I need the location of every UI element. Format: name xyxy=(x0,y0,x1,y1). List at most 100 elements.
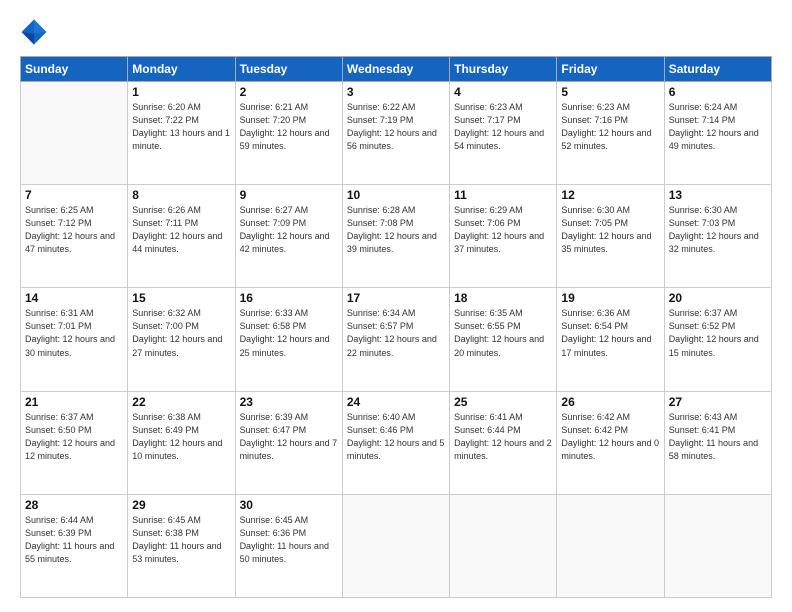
calendar-cell xyxy=(21,82,128,185)
day-number: 22 xyxy=(132,395,230,409)
calendar-cell: 3 Sunrise: 6:22 AM Sunset: 7:19 PM Daylig… xyxy=(342,82,449,185)
day-number: 30 xyxy=(240,498,338,512)
calendar-cell: 12 Sunrise: 6:30 AM Sunset: 7:05 PM Dayli… xyxy=(557,185,664,288)
calendar-cell: 13 Sunrise: 6:30 AM Sunset: 7:03 PM Dayli… xyxy=(664,185,771,288)
weekday-header-wednesday: Wednesday xyxy=(342,57,449,82)
calendar-table: SundayMondayTuesdayWednesdayThursdayFrid… xyxy=(20,56,772,598)
day-info: Sunrise: 6:21 AM Sunset: 7:20 PM Dayligh… xyxy=(240,101,338,153)
day-number: 3 xyxy=(347,85,445,99)
day-number: 29 xyxy=(132,498,230,512)
calendar-cell: 19 Sunrise: 6:36 AM Sunset: 6:54 PM Dayli… xyxy=(557,288,664,391)
day-info: Sunrise: 6:34 AM Sunset: 6:57 PM Dayligh… xyxy=(347,307,445,359)
day-number: 21 xyxy=(25,395,123,409)
day-number: 6 xyxy=(669,85,767,99)
calendar-cell: 8 Sunrise: 6:26 AM Sunset: 7:11 PM Daylig… xyxy=(128,185,235,288)
calendar-cell: 9 Sunrise: 6:27 AM Sunset: 7:09 PM Daylig… xyxy=(235,185,342,288)
calendar-cell: 25 Sunrise: 6:41 AM Sunset: 6:44 PM Dayli… xyxy=(450,391,557,494)
calendar-cell: 24 Sunrise: 6:40 AM Sunset: 6:46 PM Dayli… xyxy=(342,391,449,494)
calendar-cell xyxy=(557,494,664,597)
day-info: Sunrise: 6:44 AM Sunset: 6:39 PM Dayligh… xyxy=(25,514,123,566)
day-number: 18 xyxy=(454,291,552,305)
calendar-cell: 2 Sunrise: 6:21 AM Sunset: 7:20 PM Daylig… xyxy=(235,82,342,185)
weekday-header-thursday: Thursday xyxy=(450,57,557,82)
day-number: 2 xyxy=(240,85,338,99)
day-info: Sunrise: 6:33 AM Sunset: 6:58 PM Dayligh… xyxy=(240,307,338,359)
logo xyxy=(20,18,52,46)
calendar-cell: 26 Sunrise: 6:42 AM Sunset: 6:42 PM Dayli… xyxy=(557,391,664,494)
day-info: Sunrise: 6:45 AM Sunset: 6:38 PM Dayligh… xyxy=(132,514,230,566)
day-number: 8 xyxy=(132,188,230,202)
day-number: 12 xyxy=(561,188,659,202)
day-number: 5 xyxy=(561,85,659,99)
weekday-header-sunday: Sunday xyxy=(21,57,128,82)
day-number: 13 xyxy=(669,188,767,202)
day-info: Sunrise: 6:23 AM Sunset: 7:17 PM Dayligh… xyxy=(454,101,552,153)
day-info: Sunrise: 6:22 AM Sunset: 7:19 PM Dayligh… xyxy=(347,101,445,153)
week-row-4: 21 Sunrise: 6:37 AM Sunset: 6:50 PM Dayli… xyxy=(21,391,772,494)
day-number: 17 xyxy=(347,291,445,305)
day-info: Sunrise: 6:28 AM Sunset: 7:08 PM Dayligh… xyxy=(347,204,445,256)
calendar-cell: 20Sunrise: 6:37 AM Sunset: 6:52 PM Dayli… xyxy=(664,288,771,391)
logo-icon xyxy=(20,18,48,46)
weekday-header-row: SundayMondayTuesdayWednesdayThursdayFrid… xyxy=(21,57,772,82)
weekday-header-friday: Friday xyxy=(557,57,664,82)
day-info: Sunrise: 6:25 AM Sunset: 7:12 PM Dayligh… xyxy=(25,204,123,256)
day-info: Sunrise: 6:23 AM Sunset: 7:16 PM Dayligh… xyxy=(561,101,659,153)
calendar-cell: 7 Sunrise: 6:25 AM Sunset: 7:12 PM Daylig… xyxy=(21,185,128,288)
calendar-cell: 27 Sunrise: 6:43 AM Sunset: 6:41 PM Dayli… xyxy=(664,391,771,494)
day-info: Sunrise: 6:30 AM Sunset: 7:03 PM Dayligh… xyxy=(669,204,767,256)
weekday-header-monday: Monday xyxy=(128,57,235,82)
day-info: Sunrise: 6:32 AM Sunset: 7:00 PM Dayligh… xyxy=(132,307,230,359)
day-number: 4 xyxy=(454,85,552,99)
week-row-1: 1Sunrise: 6:20 AM Sunset: 7:22 PM Daylig… xyxy=(21,82,772,185)
day-info: Sunrise: 6:41 AM Sunset: 6:44 PM Dayligh… xyxy=(454,411,552,463)
day-info: Sunrise: 6:26 AM Sunset: 7:11 PM Dayligh… xyxy=(132,204,230,256)
day-info: Sunrise: 6:35 AM Sunset: 6:55 PM Dayligh… xyxy=(454,307,552,359)
calendar-cell: 1Sunrise: 6:20 AM Sunset: 7:22 PM Daylig… xyxy=(128,82,235,185)
day-number: 27 xyxy=(669,395,767,409)
calendar-cell: 22 Sunrise: 6:38 AM Sunset: 6:49 PM Dayli… xyxy=(128,391,235,494)
day-number: 9 xyxy=(240,188,338,202)
day-info: Sunrise: 6:39 AM Sunset: 6:47 PM Dayligh… xyxy=(240,411,338,463)
day-number: 19 xyxy=(561,291,659,305)
day-number: 25 xyxy=(454,395,552,409)
week-row-3: 14 Sunrise: 6:31 AM Sunset: 7:01 PM Dayli… xyxy=(21,288,772,391)
day-info: Sunrise: 6:37 AM Sunset: 6:50 PM Dayligh… xyxy=(25,411,123,463)
day-number: 15 xyxy=(132,291,230,305)
day-info: Sunrise: 6:24 AM Sunset: 7:14 PM Dayligh… xyxy=(669,101,767,153)
day-info: Sunrise: 6:38 AM Sunset: 6:49 PM Dayligh… xyxy=(132,411,230,463)
day-number: 26 xyxy=(561,395,659,409)
day-number: 14 xyxy=(25,291,123,305)
calendar-cell: 14 Sunrise: 6:31 AM Sunset: 7:01 PM Dayli… xyxy=(21,288,128,391)
page: SundayMondayTuesdayWednesdayThursdayFrid… xyxy=(0,0,792,612)
weekday-header-saturday: Saturday xyxy=(664,57,771,82)
calendar-cell: 5 Sunrise: 6:23 AM Sunset: 7:16 PM Daylig… xyxy=(557,82,664,185)
day-number: 7 xyxy=(25,188,123,202)
calendar-cell: 21 Sunrise: 6:37 AM Sunset: 6:50 PM Dayli… xyxy=(21,391,128,494)
day-info: Sunrise: 6:43 AM Sunset: 6:41 PM Dayligh… xyxy=(669,411,767,463)
day-number: 1 xyxy=(132,85,230,99)
day-info: Sunrise: 6:40 AM Sunset: 6:46 PM Dayligh… xyxy=(347,411,445,463)
calendar-cell: 4 Sunrise: 6:23 AM Sunset: 7:17 PM Daylig… xyxy=(450,82,557,185)
day-info: Sunrise: 6:31 AM Sunset: 7:01 PM Dayligh… xyxy=(25,307,123,359)
calendar-cell xyxy=(342,494,449,597)
calendar-cell: 10Sunrise: 6:28 AM Sunset: 7:08 PM Dayli… xyxy=(342,185,449,288)
day-number: 24 xyxy=(347,395,445,409)
calendar-cell: 6 Sunrise: 6:24 AM Sunset: 7:14 PM Daylig… xyxy=(664,82,771,185)
calendar-cell: 11Sunrise: 6:29 AM Sunset: 7:06 PM Dayli… xyxy=(450,185,557,288)
week-row-5: 28 Sunrise: 6:44 AM Sunset: 6:39 PM Dayli… xyxy=(21,494,772,597)
day-number: 28 xyxy=(25,498,123,512)
calendar-cell: 17 Sunrise: 6:34 AM Sunset: 6:57 PM Dayli… xyxy=(342,288,449,391)
day-number: 20 xyxy=(669,291,767,305)
weekday-header-tuesday: Tuesday xyxy=(235,57,342,82)
calendar-cell xyxy=(664,494,771,597)
day-info: Sunrise: 6:27 AM Sunset: 7:09 PM Dayligh… xyxy=(240,204,338,256)
day-info: Sunrise: 6:36 AM Sunset: 6:54 PM Dayligh… xyxy=(561,307,659,359)
calendar-cell: 16Sunrise: 6:33 AM Sunset: 6:58 PM Dayli… xyxy=(235,288,342,391)
day-info: Sunrise: 6:30 AM Sunset: 7:05 PM Dayligh… xyxy=(561,204,659,256)
week-row-2: 7 Sunrise: 6:25 AM Sunset: 7:12 PM Daylig… xyxy=(21,185,772,288)
calendar-cell: 15 Sunrise: 6:32 AM Sunset: 7:00 PM Dayli… xyxy=(128,288,235,391)
calendar-cell: 18 Sunrise: 6:35 AM Sunset: 6:55 PM Dayli… xyxy=(450,288,557,391)
day-info: Sunrise: 6:42 AM Sunset: 6:42 PM Dayligh… xyxy=(561,411,659,463)
day-number: 23 xyxy=(240,395,338,409)
